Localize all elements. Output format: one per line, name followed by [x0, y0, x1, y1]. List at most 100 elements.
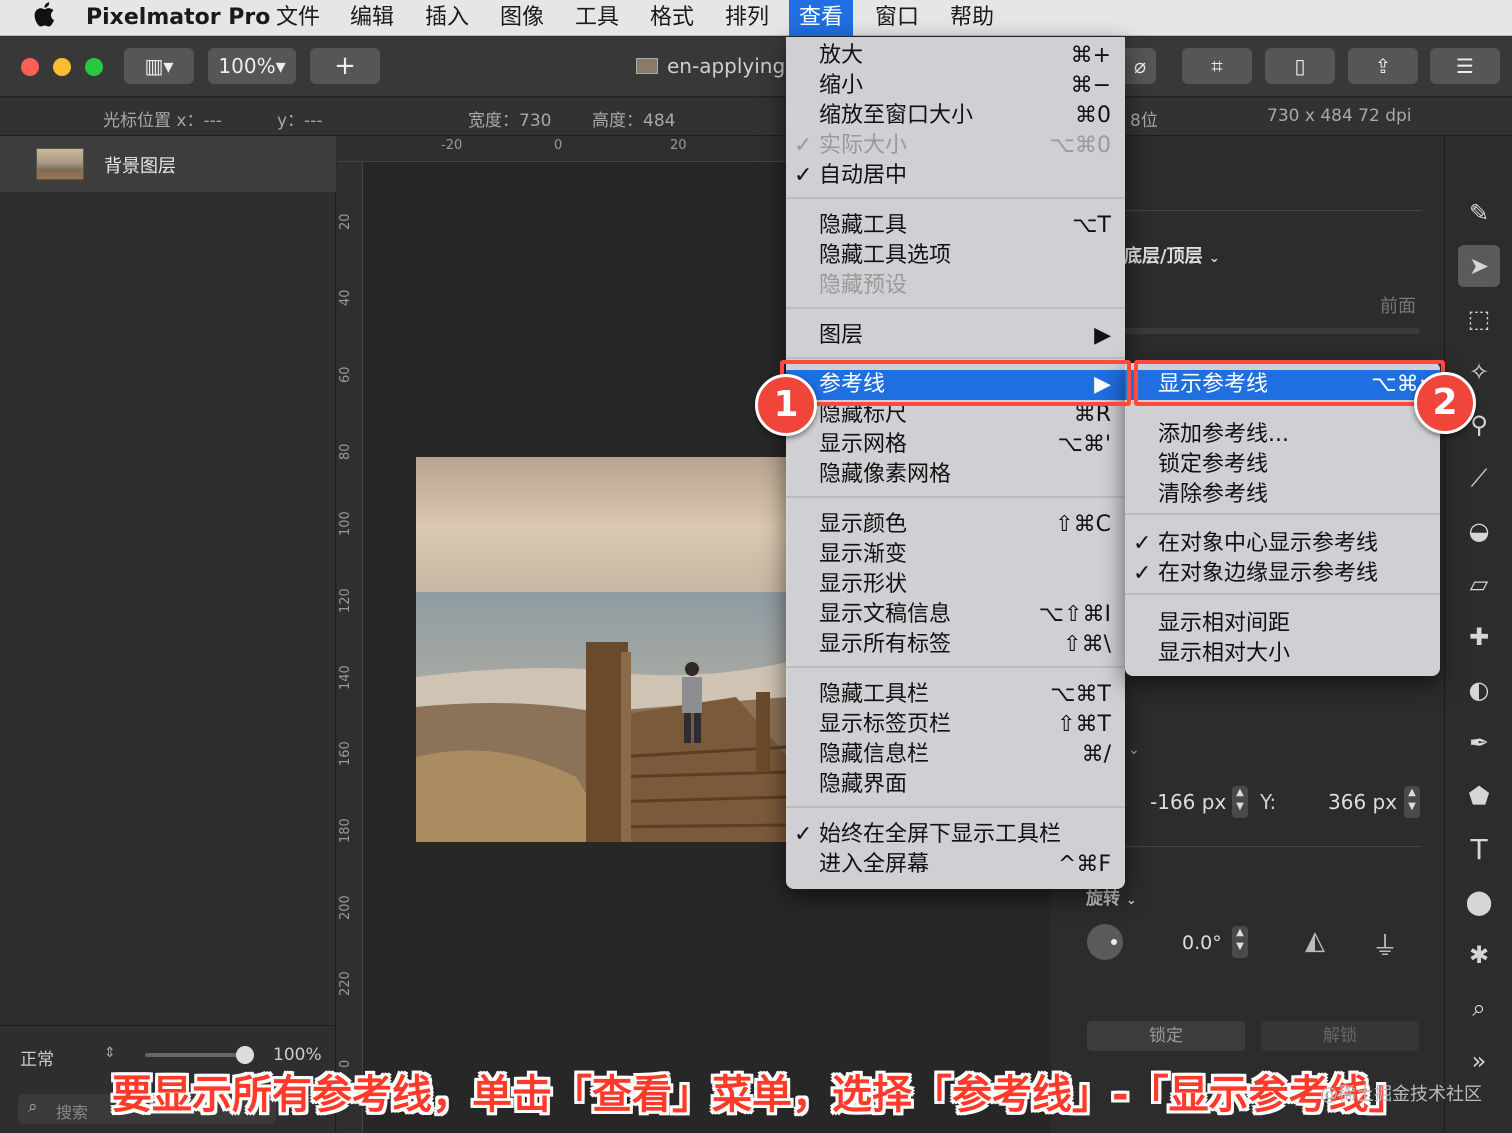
arrange-tool-icon[interactable]: ➤ [1458, 245, 1500, 287]
menu-item-zoom-to-fit[interactable]: 缩放至窗口大小 ⌘0 [786, 101, 1125, 131]
app-menu[interactable]: Pixelmator Pro [86, 0, 270, 36]
zoom-tool-icon[interactable]: ⌕ [1458, 987, 1500, 1029]
menu-item-show-shapes[interactable]: 显示形状 [786, 570, 1125, 600]
menu-help[interactable]: 帮助 [950, 0, 994, 36]
submenu-item-show-center-guides[interactable]: ✓ 在对象中心显示参考线 [1125, 529, 1440, 559]
submenu-item-clear-guides[interactable]: 清除参考线 [1125, 480, 1440, 510]
guides-submenu: 显示参考线 ⌥⌘; 添加参考线... 锁定参考线 清除参考线 ✓ 在对象中心显示参考线 ✓ 在对… [1125, 363, 1440, 676]
menu-item-auto-center[interactable]: ✓ 自动居中 [786, 161, 1125, 191]
menu-item-hide-interface[interactable]: 隐藏界面 [786, 770, 1125, 800]
menu-item-layers[interactable]: 图层 ▶ [786, 321, 1125, 351]
menu-item-enter-full-screen[interactable]: 进入全屏幕 ^⌘F [786, 850, 1125, 880]
submenu-item-lock-guides[interactable]: 锁定参考线 [1125, 450, 1440, 480]
layer-row[interactable]: 背景图层 [0, 136, 336, 192]
menu-separator [1125, 513, 1440, 515]
y-stepper[interactable]: ▲ ▼ [1404, 786, 1420, 818]
more-tools-icon[interactable]: » [1458, 1040, 1500, 1082]
image-height: 高度：484 [592, 111, 676, 131]
layer-name: 背景图层 [104, 156, 176, 177]
checkmark-icon: ✓ [794, 133, 813, 158]
menu-insert[interactable]: 插入 [425, 0, 469, 36]
paint-brush-icon[interactable]: ⟋ [1458, 457, 1500, 499]
rotate-value[interactable]: 0.0° [1182, 932, 1222, 954]
unlock-button[interactable]: 解锁 [1261, 1021, 1419, 1051]
rotate-dial[interactable] [1087, 924, 1123, 960]
menu-item-show-tab-bar[interactable]: 显示标签页栏 ⇧⌘T [786, 710, 1125, 740]
search-icon: ⌕ [28, 1097, 38, 1117]
x-position-field[interactable]: -166 px [1150, 790, 1226, 814]
distort-icon[interactable]: ◐ [1458, 669, 1500, 711]
style-brush-icon[interactable]: ✎ [1458, 192, 1500, 234]
zoom-window-button[interactable] [85, 58, 103, 76]
menu-tools[interactable]: 工具 [575, 0, 619, 36]
opacity-slider[interactable] [145, 1053, 250, 1057]
horizontal-ruler[interactable]: -20 0 20 [337, 136, 787, 162]
rotate-stepper[interactable]: ▲ ▼ [1232, 926, 1248, 958]
apple-menu-icon[interactable] [32, 0, 56, 36]
menu-item-zoom-in[interactable]: 放大 ⌘+ [786, 41, 1125, 71]
close-window-button[interactable] [21, 58, 39, 76]
minimize-window-button[interactable] [53, 58, 71, 76]
menu-item-show-document-info[interactable]: 显示文稿信息 ⌥⇧⌘I [786, 600, 1125, 630]
menu-edit[interactable]: 编辑 [350, 0, 394, 36]
flip-horizontal-icon[interactable]: ◭ [1305, 926, 1325, 956]
shape-tool-icon[interactable]: ⬟ [1458, 775, 1500, 817]
menu-item-hide-toolbar[interactable]: 隐藏工具栏 ⌥⌘T [786, 680, 1125, 710]
bucket-icon[interactable]: ◒ [1458, 510, 1500, 552]
blend-mode-select[interactable]: 正常 [20, 1045, 54, 1070]
menu-separator [786, 806, 1125, 808]
menu-file[interactable]: 文件 [276, 0, 320, 36]
document-button[interactable]: ▯ [1265, 48, 1335, 84]
menu-item-zoom-out[interactable]: 缩小 ⌘− [786, 71, 1125, 101]
menu-item-show-all-labels[interactable]: 显示所有标签 ⇧⌘\ [786, 630, 1125, 660]
crop-button[interactable]: ⌗ [1182, 48, 1252, 84]
selection-tool-icon[interactable]: ⬚ [1458, 298, 1500, 340]
menu-item-always-show-toolbar-fullscreen[interactable]: ✓ 始终在全屏下显示工具栏 [786, 820, 1125, 850]
ruler-tick-label: 40 [338, 289, 353, 306]
share-button[interactable]: ⇪ [1348, 48, 1418, 84]
add-button[interactable]: + [310, 48, 380, 84]
menu-item-show-gradients[interactable]: 显示渐变 [786, 540, 1125, 570]
arrange-slider[interactable] [1124, 328, 1420, 334]
effects-icon[interactable]: ✱ [1458, 934, 1500, 976]
menu-item-label: 隐藏工具选项 [819, 243, 952, 268]
menu-format[interactable]: 格式 [650, 0, 694, 36]
menu-item-label: 实际大小 [819, 133, 908, 158]
checkmark-icon: ✓ [1133, 561, 1152, 586]
menu-view[interactable]: 查看 [789, 0, 854, 36]
pen-tool-icon[interactable]: ✒ [1458, 722, 1500, 764]
menu-item-hide-info-bar[interactable]: 隐藏信息栏 ⌘/ [786, 740, 1125, 770]
x-stepper[interactable]: ▲ ▼ [1232, 786, 1248, 818]
submenu-item-show-relative-spacing[interactable]: 显示相对间距 [1125, 609, 1440, 639]
y-position-field[interactable]: 366 px [1328, 790, 1397, 814]
menu-item-hide-pixel-grid[interactable]: 隐藏像素网格 [786, 460, 1125, 490]
submenu-item-add-guide[interactable]: 添加参考线... [1125, 420, 1440, 450]
text-tool-icon[interactable]: T [1458, 828, 1500, 870]
menu-window[interactable]: 窗口 [875, 0, 919, 36]
document-title: en-applying [667, 54, 786, 78]
eraser-icon[interactable]: ⌀ [1124, 48, 1156, 84]
adjust-button[interactable]: ☰ [1430, 48, 1500, 84]
menu-item-label: 缩放至窗口大小 [819, 103, 974, 128]
menu-arrange[interactable]: 排列 [725, 0, 769, 36]
lock-button[interactable]: 锁定 [1087, 1021, 1245, 1051]
eraser-tool-icon[interactable]: ▱ [1458, 563, 1500, 605]
retouch-icon[interactable]: ✚ [1458, 616, 1500, 658]
zoom-select[interactable]: 100%▾ [208, 48, 296, 84]
menu-item-show-colors[interactable]: 显示颜色 ⇧⌘C [786, 510, 1125, 540]
color-adjust-icon[interactable]: ⬤ [1458, 881, 1500, 923]
canvas-image[interactable] [416, 457, 788, 842]
menu-item-label: 显示相对大小 [1158, 641, 1291, 666]
submenu-item-show-edge-guides[interactable]: ✓ 在对象边缘显示参考线 [1125, 559, 1440, 589]
sidebar-toggle-button[interactable]: ▥▾ [124, 48, 194, 84]
menu-image[interactable]: 图像 [500, 0, 544, 36]
submenu-item-show-relative-size[interactable]: 显示相对大小 [1125, 639, 1440, 669]
flip-vertical-icon[interactable]: ⏚ [1372, 926, 1398, 963]
menu-item-hide-tools[interactable]: 隐藏工具 ⌥T [786, 211, 1125, 241]
front-label: 前面 [1380, 296, 1416, 317]
menu-item-show-grid[interactable]: 显示网格 ⌥⌘' [786, 430, 1125, 460]
menu-item-hide-tool-options[interactable]: 隐藏工具选项 [786, 241, 1125, 271]
menu-item-label: 隐藏预设 [819, 273, 908, 298]
annotation-highlight-guides [780, 360, 1131, 406]
arrange-dropdown[interactable]: 底层/顶层 ⌄ [1124, 242, 1220, 268]
